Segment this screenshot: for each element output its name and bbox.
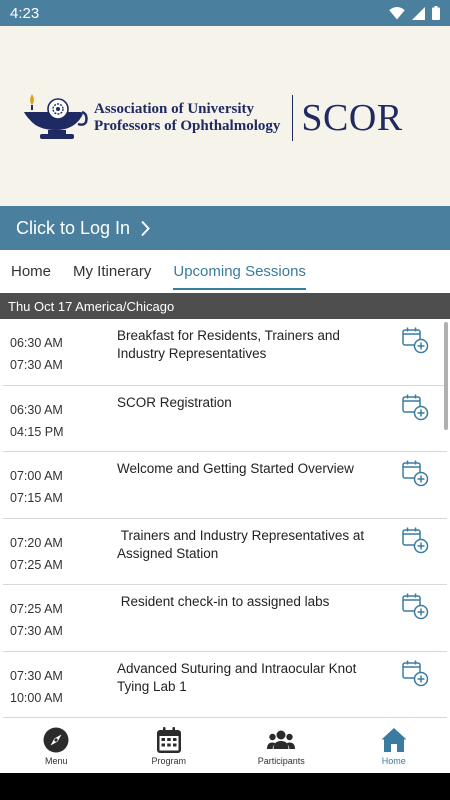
nav-program-label: Program — [151, 756, 186, 766]
session-start-time: 06:30 AM — [10, 402, 63, 417]
section-tabs: Home My Itinerary Upcoming Sessions — [0, 250, 450, 293]
login-label: Click to Log In — [16, 217, 131, 238]
tab-my-itinerary-label: My Itinerary — [73, 263, 152, 280]
session-title: Resident check-in to assigned labs — [117, 594, 330, 609]
cellular-signal-icon — [412, 6, 425, 20]
session-end-time: 07:15 AM — [10, 491, 63, 505]
nav-home[interactable]: Home — [338, 719, 450, 773]
system-navigation-bar — [0, 773, 450, 800]
login-button[interactable]: Click to Log In — [0, 206, 450, 250]
session-times: 07:20 AM 07:25 AM — [10, 532, 63, 576]
organization-name-line2: Professors of Ophthalmology — [94, 118, 281, 134]
lamp-logo-icon — [24, 94, 88, 139]
session-end-time: 07:25 AM — [10, 557, 63, 572]
session-end-time: 07:30 AM — [10, 624, 63, 638]
session-list[interactable]: 06:30 AM 07:30 AM Breakfast for Resident… — [0, 319, 450, 719]
add-to-calendar-icon[interactable] — [401, 659, 429, 687]
session-start-time: 07:30 AM — [10, 668, 63, 683]
session-times: 06:30 AM 04:15 PM — [10, 399, 64, 443]
battery-icon — [432, 6, 440, 20]
nav-menu-label: Menu — [44, 756, 68, 766]
session-title: SCOR Registration — [117, 394, 232, 410]
session-times: 07:25 AM 07:30 AM — [10, 598, 63, 642]
session-title: Trainers and Industry Representatives at… — [117, 527, 368, 561]
add-to-calendar-icon[interactable] — [401, 393, 429, 421]
session-times: 07:30 AM 10:00 AM — [10, 665, 63, 709]
status-bar: 4:23 — [0, 0, 450, 26]
header-banner: Association of University Professors of … — [0, 26, 450, 206]
session-title: Breakfast for Residents, Trainers and In… — [117, 328, 344, 361]
calendar-icon — [156, 727, 181, 753]
nav-participants[interactable]: Participants — [225, 719, 338, 773]
organization-name-line1: Association of University — [94, 101, 254, 117]
nav-program[interactable]: Program — [113, 719, 226, 773]
session-row[interactable]: 06:30 AM 07:30 AM Breakfast for Resident… — [3, 319, 447, 386]
add-to-calendar-icon[interactable] — [401, 592, 429, 620]
logo-divider — [292, 95, 294, 141]
tab-upcoming-sessions[interactable]: Upcoming Sessions — [162, 250, 317, 293]
compass-icon — [43, 727, 69, 753]
people-icon — [267, 730, 296, 749]
session-start-time: 06:30 AM — [10, 336, 63, 350]
session-row[interactable]: 06:30 AM 04:15 PM SCOR Registration — [3, 386, 447, 452]
session-end-time: 07:30 AM — [10, 358, 63, 372]
session-start-time: 07:00 AM — [10, 469, 63, 483]
nav-participants-label: Participants — [257, 756, 305, 766]
session-end-time: 04:15 PM — [10, 424, 64, 439]
tab-upcoming-sessions-label: Upcoming Sessions — [173, 263, 306, 280]
add-to-calendar-icon[interactable] — [401, 526, 429, 554]
session-title: Advanced Suturing and Intraocular Knot T… — [117, 660, 360, 694]
list-scrollbar[interactable] — [444, 322, 448, 430]
session-row[interactable]: 07:00 AM 07:15 AM Welcome and Getting St… — [3, 452, 447, 519]
add-to-calendar-icon[interactable] — [401, 459, 429, 487]
chevron-right-icon — [140, 220, 150, 237]
add-to-calendar-icon[interactable] — [401, 326, 429, 354]
tab-home[interactable]: Home — [0, 250, 62, 293]
organization-name: Association of University Professors of … — [94, 101, 280, 135]
session-start-time: 07:25 AM — [10, 602, 63, 616]
tab-my-itinerary[interactable]: My Itinerary — [62, 250, 162, 293]
status-time: 4:23 — [10, 4, 40, 22]
organization-logo: Association of University Professors of … — [22, 92, 432, 144]
bottom-navigation: Menu Program Participants Home — [0, 719, 450, 773]
session-start-time: 07:20 AM — [10, 535, 63, 550]
session-title: Welcome and Getting Started Overview — [117, 461, 354, 476]
home-icon — [381, 728, 407, 752]
session-row[interactable]: 07:20 AM 07:25 AM Trainers and Industry … — [3, 519, 447, 585]
nav-home-label: Home — [381, 756, 406, 766]
system-icons — [389, 6, 440, 20]
tab-home-label: Home — [11, 263, 52, 280]
brand-name: SCOR — [301, 97, 403, 139]
session-row[interactable]: 07:30 AM 10:00 AM Advanced Suturing and … — [3, 652, 447, 718]
session-end-time: 10:00 AM — [10, 690, 63, 705]
session-times: 07:00 AM 07:15 AM — [10, 465, 63, 509]
wifi-icon — [389, 6, 405, 19]
session-row[interactable]: 07:25 AM 07:30 AM Resident check-in to a… — [3, 585, 447, 652]
date-header: Thu Oct 17 America/Chicago — [0, 293, 450, 319]
nav-menu[interactable]: Menu — [0, 719, 113, 773]
session-times: 06:30 AM 07:30 AM — [10, 332, 63, 376]
